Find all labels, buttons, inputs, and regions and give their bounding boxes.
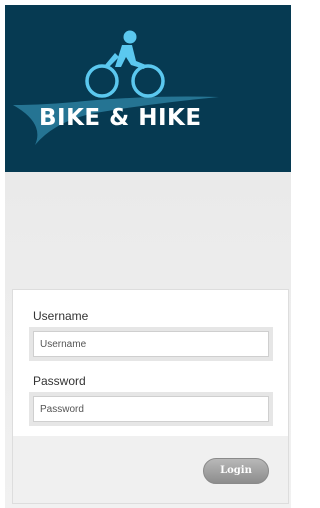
cyclist-icon xyxy=(13,30,219,145)
login-card-footer: Login xyxy=(13,436,288,503)
header-banner: BIKE & HIKE xyxy=(5,5,291,172)
username-input[interactable] xyxy=(33,331,269,357)
brand-title: BIKE & HIKE xyxy=(39,105,202,131)
login-card: Username Password Login xyxy=(12,289,289,504)
login-button[interactable]: Login xyxy=(203,458,269,484)
password-input[interactable] xyxy=(33,396,269,422)
username-label: Username xyxy=(33,309,89,323)
login-form: Username Password xyxy=(13,290,288,436)
password-label: Password xyxy=(33,374,86,388)
username-field-wrapper xyxy=(29,327,273,361)
password-field-wrapper xyxy=(29,392,273,426)
